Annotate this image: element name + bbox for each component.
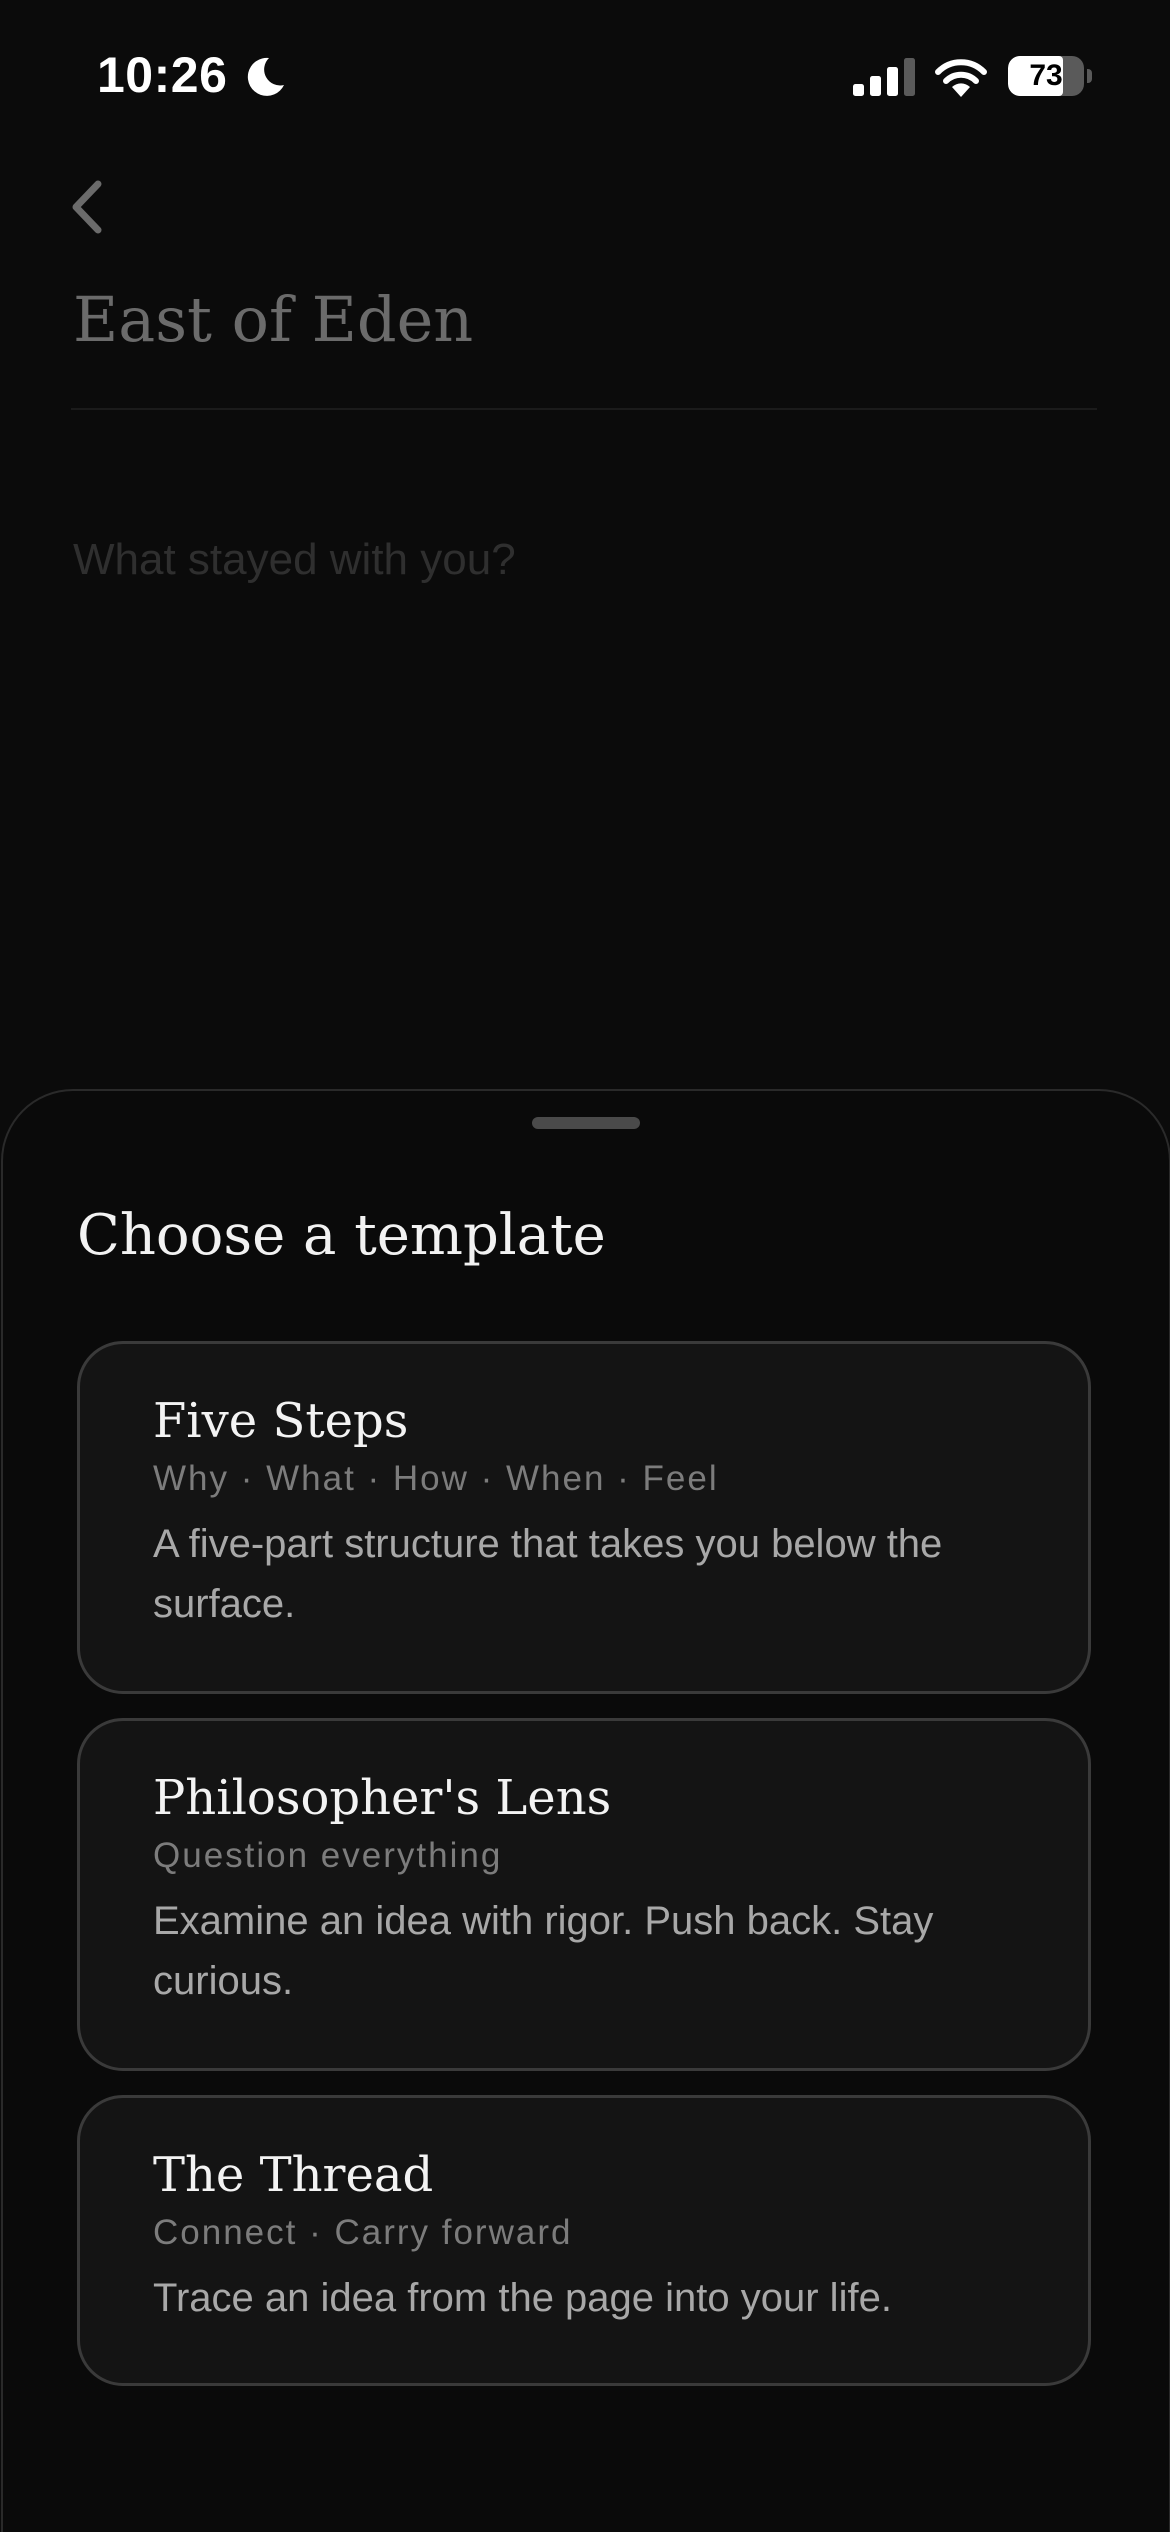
template-name: The Thread [153, 2147, 434, 2203]
status-time: 10:26 [97, 47, 228, 103]
book-title[interactable]: East of Eden [73, 282, 473, 358]
template-description: Examine an idea with rigor. Push back. S… [153, 1899, 934, 2003]
template-card-five-steps[interactable]: Five Steps Why · What · How · When · Fee… [77, 1341, 1091, 1694]
template-card-philosophers-lens[interactable]: Philosopher's Lens Question everything E… [77, 1718, 1091, 2071]
status-bar: 10:26 73 [0, 0, 1170, 150]
cellular-signal-icon [853, 58, 915, 96]
moon-icon [247, 57, 284, 96]
template-description: Trace an idea from the page into your li… [153, 2276, 892, 2320]
template-card-the-thread[interactable]: The Thread Connect · Carry forward Trace… [77, 2095, 1091, 2386]
template-name: Philosopher's Lens [153, 1770, 612, 1826]
notes-input[interactable]: What stayed with you? [73, 528, 1093, 598]
wifi-icon [935, 59, 987, 97]
template-sheet: Choose a template Five Steps Why · What … [1, 1089, 1170, 2532]
template-description: A five-part structure that takes you bel… [153, 1522, 943, 1626]
template-name: Five Steps [153, 1393, 409, 1449]
sheet-drag-handle[interactable] [532, 1117, 640, 1129]
title-divider [71, 408, 1097, 410]
battery-cap [1087, 69, 1092, 83]
sheet-title: Choose a template [77, 1203, 606, 1268]
template-tagline: Why · What · How · When · Feel [153, 1459, 719, 1498]
battery-body: 73 [1008, 56, 1084, 96]
battery-percent: 73 [1029, 59, 1063, 92]
template-tagline: Question everything [153, 1836, 503, 1875]
back-button[interactable] [62, 172, 122, 242]
battery-icon: 73 [1008, 56, 1092, 96]
screen: 10:26 73 East of Eden What stayed with y… [0, 0, 1170, 2532]
template-tagline: Connect · Carry forward [153, 2213, 573, 2252]
chevron-left-icon [72, 180, 102, 234]
